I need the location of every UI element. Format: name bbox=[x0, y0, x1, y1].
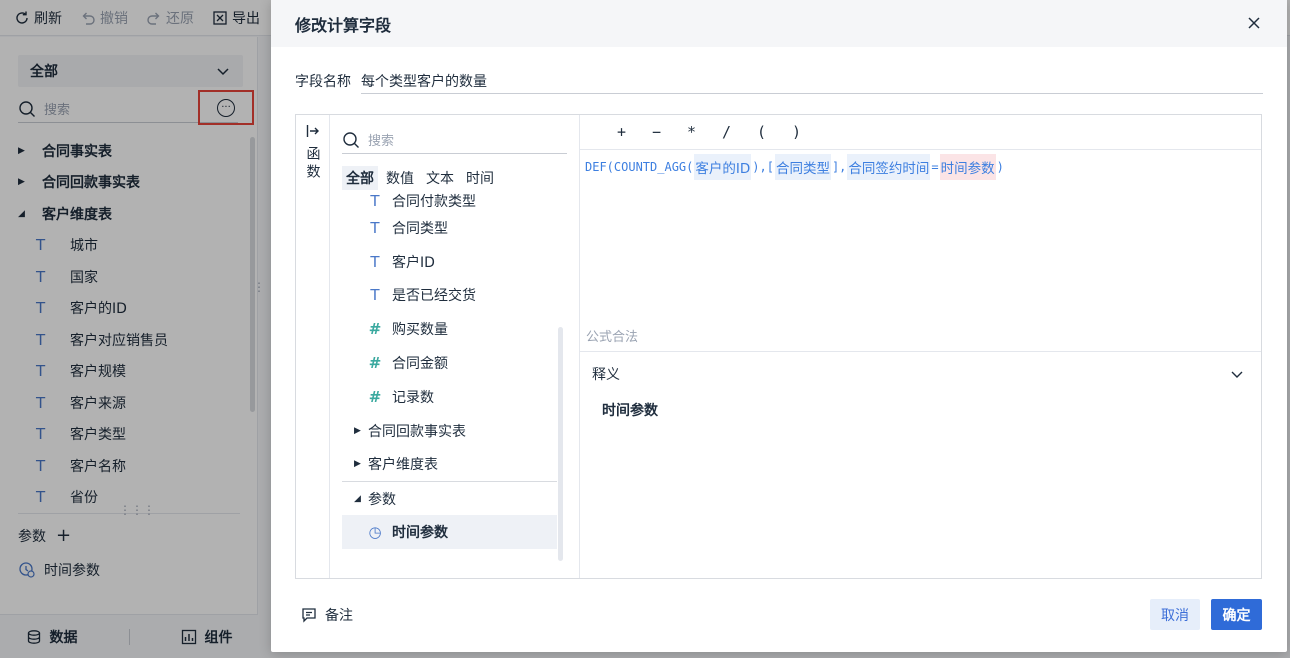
op-minus[interactable]: − bbox=[639, 123, 674, 141]
field-search-placeholder: 搜索 bbox=[368, 134, 395, 149]
expand-panel-icon[interactable] bbox=[306, 124, 320, 138]
op-multiply[interactable]: * bbox=[674, 123, 709, 141]
field-type-tabs: 全部 数值 文本 时间 bbox=[342, 166, 498, 190]
tab-all[interactable]: 全部 bbox=[342, 166, 378, 190]
close-icon[interactable] bbox=[1245, 14, 1263, 32]
search-icon bbox=[343, 131, 359, 148]
note-button[interactable]: 备注 bbox=[301, 605, 353, 625]
field-item-label: 合同金额 bbox=[392, 356, 448, 373]
field-item-label: 是否已经交货 bbox=[392, 288, 476, 305]
number-field-icon: # bbox=[368, 320, 382, 339]
text-field-icon: T bbox=[370, 286, 380, 305]
op-divide[interactable]: / bbox=[709, 123, 744, 141]
number-field-icon: # bbox=[368, 387, 382, 406]
text-field-icon: T bbox=[370, 218, 380, 237]
function-rail-label: 函数 bbox=[304, 146, 321, 182]
explanation-label: 释义 bbox=[592, 366, 620, 383]
explanation-header[interactable]: 释义 bbox=[580, 351, 1261, 395]
field-item-label: 时间参数 bbox=[392, 525, 448, 542]
text-field-icon: T bbox=[370, 193, 380, 210]
field-item[interactable]: # 合同金额 bbox=[342, 346, 557, 380]
field-item-label: 客户维度表 bbox=[368, 457, 438, 474]
formula-punct: ) bbox=[996, 160, 1004, 174]
formula-punct: ),[ bbox=[752, 160, 774, 174]
field-item[interactable]: T 是否已经交货 bbox=[342, 279, 557, 313]
dialog-header: 修改计算字段 bbox=[271, 0, 1287, 47]
formula-field-token[interactable]: 合同类型 bbox=[774, 154, 831, 180]
field-item-label: 记录数 bbox=[392, 389, 434, 406]
field-item-label: 参数 bbox=[368, 491, 396, 508]
field-item[interactable]: # 记录数 bbox=[342, 380, 557, 414]
caret-down-icon: ◢ bbox=[354, 493, 361, 504]
param-field-item[interactable]: ◷ 时间参数 bbox=[342, 515, 557, 549]
cancel-button[interactable]: 取消 bbox=[1150, 599, 1200, 630]
note-label: 备注 bbox=[325, 608, 353, 624]
explanation-text: 时间参数 bbox=[602, 403, 658, 419]
field-item-label: 合同回款事实表 bbox=[368, 423, 466, 440]
op-plus[interactable]: + bbox=[604, 123, 639, 141]
formula-param-token[interactable]: 时间参数 bbox=[939, 154, 996, 180]
field-item-label: 客户ID bbox=[392, 254, 435, 271]
field-search-input[interactable]: 搜索 bbox=[342, 126, 567, 154]
formula-punct: = bbox=[931, 160, 939, 174]
note-icon bbox=[302, 608, 316, 623]
field-item[interactable]: T 合同付款类型 bbox=[342, 193, 557, 211]
op-right-paren[interactable]: ) bbox=[779, 123, 814, 141]
dialog-title: 修改计算字段 bbox=[295, 15, 392, 35]
caret-right-icon: ▶ bbox=[354, 459, 361, 470]
function-rail[interactable]: 函数 bbox=[296, 115, 330, 578]
formula-fn: DEF(COUNTD_AGG( bbox=[585, 160, 694, 174]
op-left-paren[interactable]: ( bbox=[744, 123, 779, 141]
formula-pane: + − * / ( ) DEF(COUNTD_AGG( 客户的ID ),[ 合同… bbox=[580, 115, 1261, 578]
formula-text[interactable]: DEF(COUNTD_AGG( 客户的ID ),[ 合同类型 ], 合同签约时间… bbox=[584, 154, 1005, 180]
edit-calc-field-dialog: 修改计算字段 字段名称 每个类型客户的数量 函数 搜索 全部 数值 文本 时间 … bbox=[271, 0, 1287, 652]
field-list-scrollbar[interactable] bbox=[558, 327, 563, 561]
formula-valid-status: 公式合法 bbox=[586, 330, 639, 345]
formula-field-token[interactable]: 客户的ID bbox=[694, 154, 752, 180]
text-field-icon: T bbox=[370, 252, 380, 271]
formula-editor: 函数 搜索 全部 数值 文本 时间 T 合同付款类型 T 合同类型 T 客户ID T 是否已经… bbox=[295, 114, 1262, 579]
field-item[interactable]: # 购买数量 bbox=[342, 312, 557, 346]
formula-punct: ], bbox=[831, 160, 847, 174]
field-item[interactable]: T 合同类型 bbox=[342, 211, 557, 245]
field-group[interactable]: ▶ 合同回款事实表 bbox=[342, 414, 557, 448]
tab-time[interactable]: 时间 bbox=[462, 166, 498, 190]
tab-text[interactable]: 文本 bbox=[422, 166, 458, 190]
tab-number[interactable]: 数值 bbox=[382, 166, 418, 190]
field-name-input[interactable]: 每个类型客户的数量 bbox=[361, 68, 1263, 94]
confirm-button[interactable]: 确定 bbox=[1211, 599, 1262, 630]
formula-field-token[interactable]: 合同签约时间 bbox=[847, 154, 931, 180]
operator-bar: + − * / ( ) bbox=[580, 115, 1261, 150]
chevron-down-icon[interactable] bbox=[1229, 366, 1245, 382]
field-item[interactable]: T 客户ID bbox=[342, 245, 557, 279]
field-item-label: 购买数量 bbox=[392, 322, 448, 339]
number-field-icon: # bbox=[368, 354, 382, 373]
field-group[interactable]: ◢ 参数 bbox=[342, 481, 557, 515]
time-param-icon: ◷ bbox=[368, 523, 382, 542]
caret-right-icon: ▶ bbox=[354, 425, 361, 436]
fields-pane: 搜索 全部 数值 文本 时间 T 合同付款类型 T 合同类型 T 客户ID T 是否已经交货 #… bbox=[330, 115, 580, 578]
field-name-row: 字段名称 每个类型客户的数量 bbox=[295, 68, 1263, 94]
field-item-label: 合同类型 bbox=[392, 220, 448, 237]
field-list: T 合同付款类型 T 合同类型 T 客户ID T 是否已经交货 # 购买数量 # 合同金额 # 记录数 ▶ 合… bbox=[342, 193, 557, 578]
field-name-label: 字段名称 bbox=[295, 74, 351, 90]
field-item-label: 合同付款类型 bbox=[392, 194, 476, 210]
field-group[interactable]: ▶ 客户维度表 bbox=[342, 448, 557, 482]
